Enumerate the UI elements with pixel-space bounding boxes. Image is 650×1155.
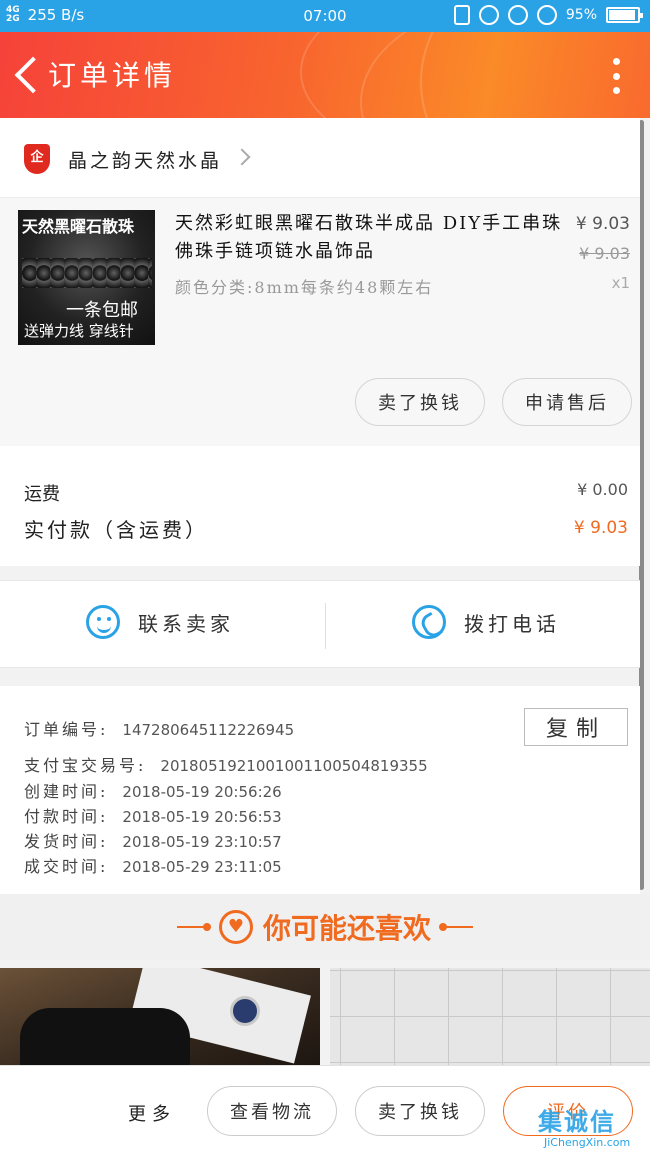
shipping-value: ¥ 0.00 [577,480,628,499]
sell-again-button[interactable]: 卖了换钱 [355,1086,485,1136]
info-key: 创建时间: [24,782,109,801]
more-menu-button[interactable] [610,58,622,94]
header-bar: 订单详情 [0,32,650,118]
info-value: 2018-05-29 23:11:05 [122,858,282,876]
shipping-label: 运费 [24,484,60,505]
info-value: 2018-05-19 23:10:57 [122,833,282,851]
product-original-price: ¥ 9.03 [579,244,630,263]
info-key: 成交时间: [24,857,109,876]
sync-icon [507,5,528,25]
page-title: 订单详情 [48,59,177,92]
info-value: 2018-05-19 20:56:53 [122,808,282,826]
lock-icon [478,5,499,25]
call-label: 拨打电话 [464,611,560,636]
info-key: 发货时间: [24,832,109,851]
after-sale-button[interactable]: 申请售后 [502,378,632,426]
copy-button[interactable]: 复制 [524,708,628,746]
contact-bar: 联系卖家 拨打电话 [0,580,640,668]
product-quantity: x1 [611,274,630,292]
more-dot-icon [612,87,620,94]
product-price: ¥ 9.03 [575,214,630,234]
vibrate-icon [453,5,470,25]
deal-time-row: 成交时间: 2018-05-29 23:11:05 [24,853,282,877]
more-dot-icon [612,72,620,80]
watch-graphic [230,996,260,1026]
created-time-row: 创建时间: 2018-05-19 20:56:26 [24,778,282,802]
info-key: 订单编号: [24,720,109,739]
product-spec: 颜色分类:8mm每条约48颗左右 [175,278,434,297]
contact-seller-button[interactable]: 联系卖家 [86,605,234,639]
order-info: 订单编号: 147280645112226945 复制 支付宝交易号: 201805… [0,686,640,894]
thumb-text-top: 天然黑曜石散珠 [22,217,135,236]
alipay-trade-row: 支付宝交易号: 2018051921001001100504819355 [24,752,428,776]
info-value: 2018-05-19 20:56:26 [122,783,282,801]
view-logistics-button[interactable]: 查看物流 [207,1086,337,1136]
recommend-item-image[interactable] [330,968,650,1068]
info-value: 2018051921001001100504819355 [160,757,428,775]
recommend-item-image[interactable] [0,968,320,1068]
battery-percent: 95% [565,7,597,23]
status-right: 95% [453,5,643,25]
more-button[interactable]: 更多 [128,1100,176,1126]
watermark-url: JiChengXin.com [544,1136,631,1149]
fee-section: 运费 ¥ 0.00 实付款（含运费） ¥ 9.03 [0,446,640,566]
divider [325,603,326,649]
decor-line-right [439,923,473,931]
shop-row[interactable]: 企 晶之韵天然水晶 [0,118,640,198]
paid-label: 实付款（含运费） [24,518,208,542]
call-button[interactable]: 拨打电话 [412,605,560,639]
phone-icon [412,605,446,639]
paid-value: ¥ 9.03 [573,518,628,538]
paid-time-row: 付款时间: 2018-05-19 20:56:53 [24,803,282,827]
thumb-text-bottom: 送弹力线 穿线针 [24,322,134,340]
info-key: 付款时间: [24,807,109,826]
sell-button[interactable]: 卖了换钱 [355,378,485,426]
info-key: 支付宝交易号: [24,756,147,775]
thumb-text-mid: 一条包邮 [66,300,138,321]
battery-icon [606,7,643,23]
chat-icon [86,605,120,639]
more-dot-icon [612,58,620,65]
recommend-header: 你可能还喜欢 [0,894,650,960]
product-thumbnail[interactable]: 天然黑曜石散珠 一条包邮 送弹力线 穿线针 [18,210,155,345]
chevron-right-icon [233,148,251,166]
alarm-icon [536,5,557,25]
product-card: 天然黑曜石散珠 一条包邮 送弹力线 穿线针 天然彩虹眼黑曜石散珠半成品 DIY手… [0,198,640,446]
heart-icon [218,910,253,944]
product-title[interactable]: 天然彩虹眼黑曜石散珠半成品 DIY手工串珠佛珠手链项链水晶饰品 [175,210,565,266]
info-value: 147280645112226945 [122,721,295,739]
contact-seller-label: 联系卖家 [138,611,234,636]
back-button[interactable] [10,52,40,98]
status-bar: 4G 2G 255 B/s 07:00 95% [0,0,650,32]
shop-name: 晶之韵天然水晶 [68,150,223,172]
recommend-title: 你可能还喜欢 [262,912,431,945]
shop-badge-icon: 企 [24,144,50,174]
order-number-row: 订单编号: 147280645112226945 [24,716,294,740]
shirt-graphic [20,1008,190,1068]
watermark: 集诚信 JiChengXin.com [534,1102,650,1154]
decor-line-left [176,923,211,931]
watermark-logo: 集诚信 [538,1108,616,1136]
shipped-time-row: 发货时间: 2018-05-19 23:10:57 [24,828,282,852]
beads-graphic [22,258,152,288]
